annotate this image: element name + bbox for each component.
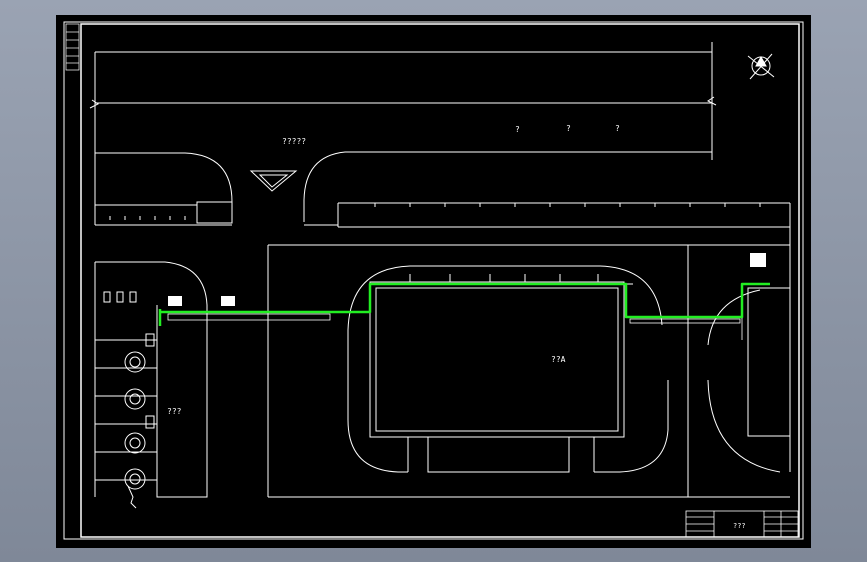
road-label: ????? (282, 137, 306, 146)
building-label: ??A (551, 355, 566, 364)
drawing-canvas[interactable]: ????? ? ? ? ??? ??A ??? (0, 0, 867, 562)
tank-area-label: ??? (167, 407, 182, 416)
mark-label-2: ? (566, 124, 571, 133)
title-block-center-text: ??? (733, 522, 746, 530)
cad-viewport[interactable]: ????? ? ? ? ??? ??A ??? (0, 0, 867, 562)
mark-label-1: ? (515, 125, 520, 134)
mark-label-3: ? (615, 124, 620, 133)
